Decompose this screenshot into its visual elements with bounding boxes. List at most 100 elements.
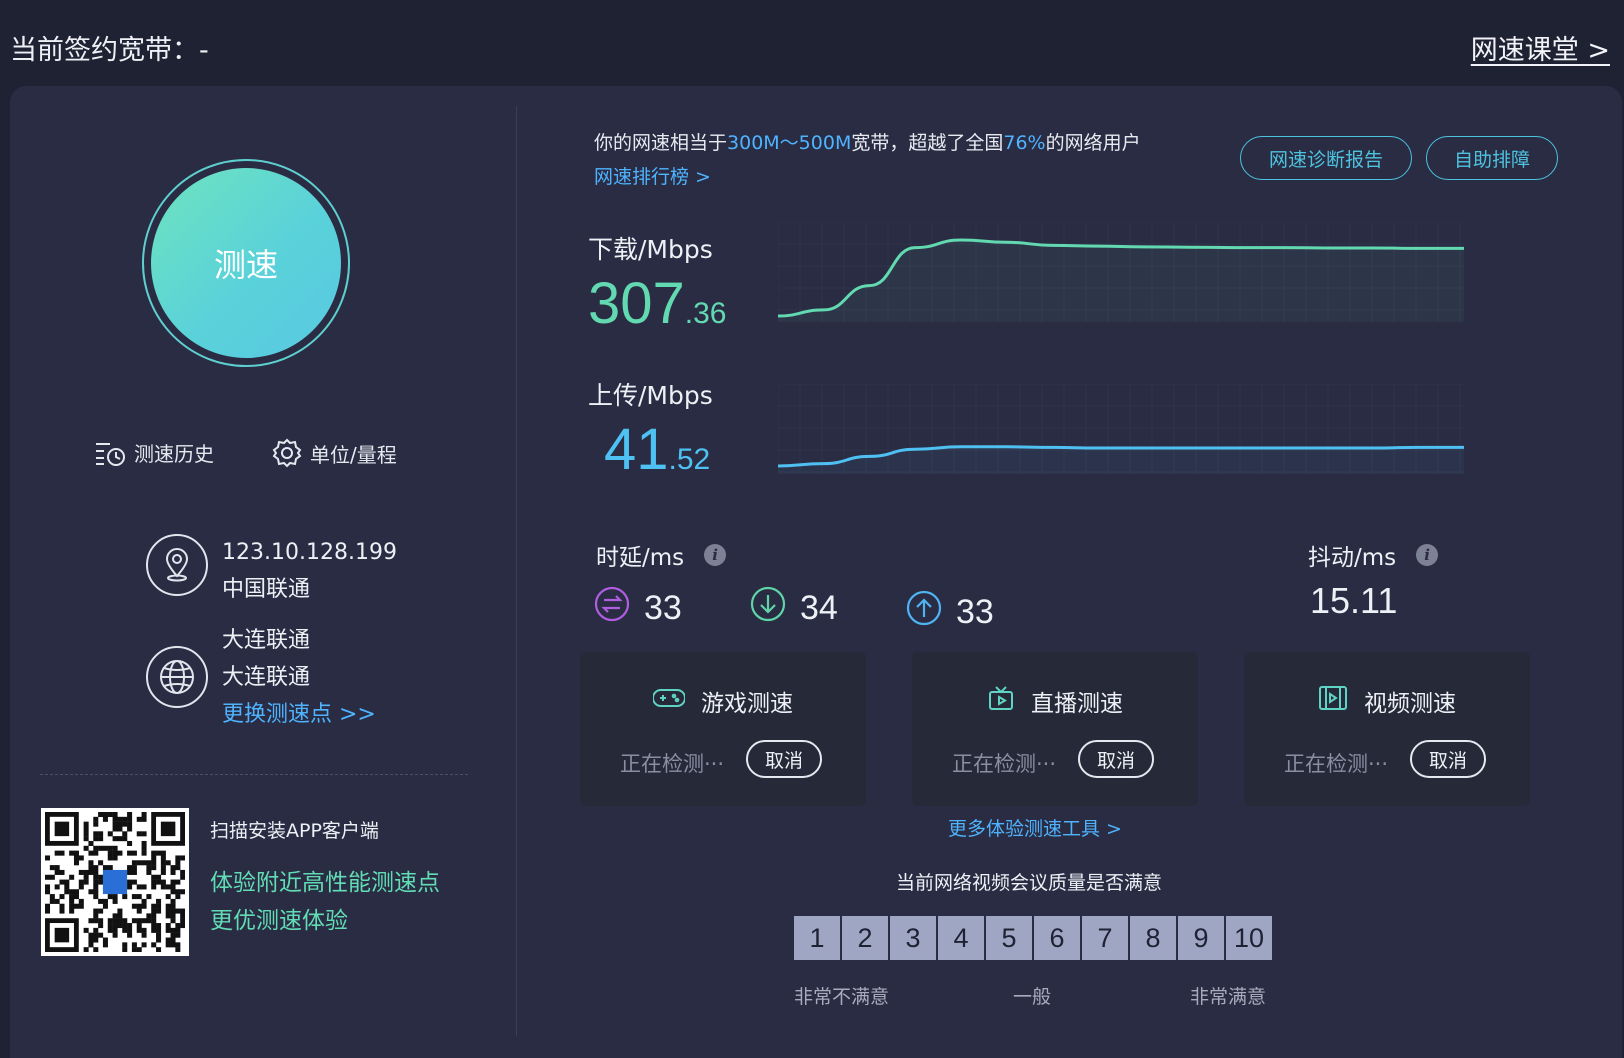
- rating-3-button[interactable]: 3: [890, 916, 936, 960]
- start-speed-test-button[interactable]: 测速: [151, 168, 341, 358]
- qr-module: [165, 908, 171, 914]
- qr-module: [107, 894, 113, 900]
- qr-module: [151, 860, 157, 866]
- qr-module: [93, 884, 99, 890]
- rating-8-button[interactable]: 8: [1130, 916, 1176, 960]
- rating-4-button[interactable]: 4: [938, 916, 984, 960]
- qr-module: [93, 889, 99, 895]
- qr-module: [127, 840, 133, 846]
- speed-classroom-link[interactable]: 网速课堂 >: [1471, 28, 1610, 67]
- game-test-cancel-button[interactable]: 取消: [746, 740, 822, 778]
- qr-module: [93, 937, 99, 943]
- history-label: 测速历史: [134, 442, 214, 466]
- qr-module: [180, 869, 186, 875]
- qr-module: [170, 942, 176, 948]
- qr-module: [165, 903, 171, 909]
- change-server-link[interactable]: 更换测速点 >>: [222, 696, 376, 733]
- qr-module: [127, 865, 133, 871]
- qr-module: [175, 865, 181, 871]
- rating-1-button[interactable]: 1: [794, 916, 840, 960]
- qr-module: [83, 831, 89, 837]
- speed-comparison: 你的网速相当于300M～500M宽带，超越了全国76%的网络用户: [594, 128, 1141, 155]
- history-button[interactable]: 测速历史: [94, 438, 214, 467]
- qr-module: [175, 927, 181, 933]
- latency-down-value: 34: [800, 589, 838, 627]
- qr-module: [98, 908, 104, 914]
- video-test-cancel-button[interactable]: 取消: [1410, 740, 1486, 778]
- qr-module: [170, 927, 176, 933]
- client-info: 123.10.128.199 中国联通: [146, 534, 397, 608]
- qr-module: [131, 903, 137, 909]
- qr-module: [102, 865, 108, 871]
- units-button[interactable]: 单位/量程: [272, 438, 397, 468]
- qr-module: [112, 812, 118, 818]
- compare-prefix: 你的网速相当于: [594, 132, 728, 154]
- qr-module: [160, 879, 166, 885]
- qr-module: [112, 855, 118, 861]
- compare-mid: 宽带，超越了全国: [851, 132, 1004, 154]
- qr-module: [151, 855, 157, 861]
- app-promo: 体验附近高性能测速点 更优测速体验: [210, 864, 440, 940]
- self-help-button[interactable]: 自助排障: [1426, 136, 1558, 180]
- qr-module: [117, 918, 123, 924]
- qr-module: [93, 918, 99, 924]
- qr-module: [151, 874, 157, 880]
- qr-module: [175, 879, 181, 885]
- jitter-info-icon[interactable]: i: [1416, 544, 1439, 566]
- qr-module: [165, 860, 171, 866]
- qr-module: [170, 932, 176, 938]
- download-value: 307.36: [588, 270, 727, 337]
- qr-module: [146, 894, 152, 900]
- qr-module: [136, 894, 142, 900]
- ranking-link[interactable]: 网速排行榜 >: [594, 162, 711, 189]
- qr-module: [156, 932, 162, 938]
- qr-module: [107, 855, 113, 861]
- qr-module: [165, 923, 171, 929]
- qr-module: [98, 831, 104, 837]
- qr-module: [175, 860, 181, 866]
- qr-module: [88, 942, 94, 948]
- qr-module: [83, 947, 89, 953]
- qr-module: [83, 927, 89, 933]
- more-tools-link[interactable]: 更多体验测速工具 >: [948, 814, 1122, 841]
- qr-module: [98, 812, 104, 818]
- qr-module: [107, 845, 113, 851]
- qr-module: [141, 831, 147, 837]
- live-test-status: 正在检测···: [952, 752, 1057, 776]
- qr-module: [127, 821, 133, 827]
- diagnosis-report-button[interactable]: 网速诊断报告: [1240, 136, 1412, 180]
- qr-module: [93, 879, 99, 885]
- qr-module: [156, 908, 162, 914]
- qr-module: [175, 894, 181, 900]
- rating-9-button[interactable]: 9: [1178, 916, 1224, 960]
- upload-value: 41.52: [604, 416, 710, 483]
- qr-module: [93, 816, 99, 822]
- jitter-value: 15.11: [1310, 580, 1398, 621]
- qr-module: [107, 850, 113, 856]
- qr-module: [83, 869, 89, 875]
- latency-label: 时延/ms: [596, 545, 685, 571]
- qr-module: [83, 874, 89, 880]
- latency-upload: 33: [906, 590, 994, 635]
- download-dec: .36: [684, 297, 727, 330]
- rating-6-button[interactable]: 6: [1034, 916, 1080, 960]
- qr-module: [136, 860, 142, 866]
- qr-module: [93, 831, 99, 837]
- qr-module: [170, 884, 176, 890]
- qr-module: [165, 894, 171, 900]
- latency-info-icon[interactable]: i: [704, 544, 727, 566]
- qr-module: [117, 821, 123, 827]
- live-test-cancel-button[interactable]: 取消: [1078, 740, 1154, 778]
- qr-module: [98, 860, 104, 866]
- plan-title: 当前签约宽带：-: [10, 35, 209, 66]
- qr-module: [127, 923, 133, 929]
- qr-module: [112, 821, 118, 827]
- rating-10-button[interactable]: 10: [1226, 916, 1272, 960]
- qr-module: [45, 889, 51, 895]
- qr-module: [107, 927, 113, 933]
- rating-7-button[interactable]: 7: [1082, 916, 1128, 960]
- rating-2-button[interactable]: 2: [842, 916, 888, 960]
- qr-module: [78, 898, 84, 904]
- rating-5-button[interactable]: 5: [986, 916, 1032, 960]
- qr-module: [54, 865, 60, 871]
